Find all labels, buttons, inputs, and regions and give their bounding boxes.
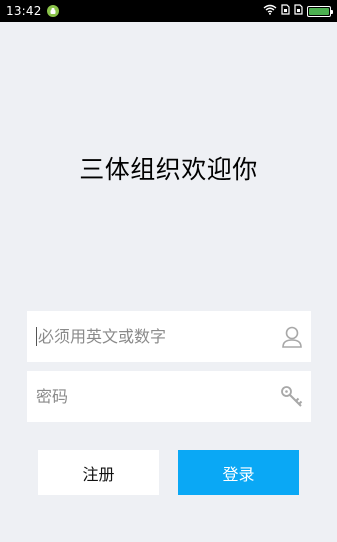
status-bar: 13:42 (0, 0, 337, 22)
wifi-icon (263, 4, 277, 18)
status-right (263, 4, 333, 18)
battery-icon (307, 5, 333, 17)
username-field[interactable] (27, 311, 311, 362)
battery-level (309, 7, 329, 15)
password-field[interactable] (27, 371, 311, 422)
key-icon (279, 384, 305, 410)
status-left: 13:42 (6, 4, 59, 18)
user-icon (279, 324, 305, 350)
login-screen: 13:42 三体组织欢迎你 必须用英文或数字 注册 登录 (0, 0, 337, 542)
username-input[interactable] (36, 327, 279, 346)
sim1-signal-icon (281, 4, 290, 18)
password-input[interactable] (36, 387, 279, 406)
sim2-signal-icon (294, 4, 303, 18)
login-button[interactable]: 登录 (178, 450, 299, 495)
status-time: 13:42 (6, 4, 42, 18)
app-notification-icon (46, 5, 59, 17)
register-button[interactable]: 注册 (38, 450, 159, 495)
page-title: 三体组织欢迎你 (79, 155, 258, 184)
